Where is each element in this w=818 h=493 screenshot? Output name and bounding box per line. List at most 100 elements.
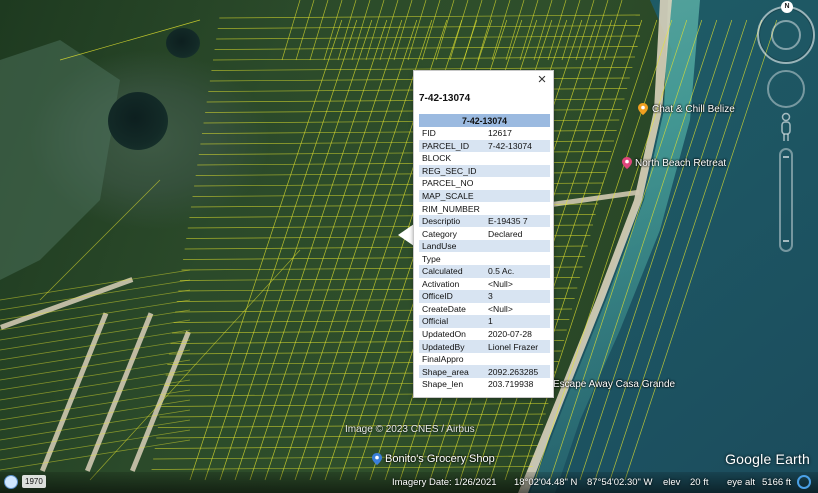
attribute-key: RIM_NUMBER	[422, 203, 480, 214]
attribute-row: Descriptio E-19435 7	[419, 214, 550, 228]
parcel-line	[189, 19, 343, 481]
compass-icon	[771, 20, 801, 50]
parcel-line	[0, 439, 191, 471]
parcel-line	[234, 19, 388, 481]
parcel-line	[212, 56, 636, 61]
parcel-line	[624, 19, 778, 481]
attribute-value: 2092.263285	[485, 365, 550, 378]
attribute-key: Official	[419, 315, 485, 328]
parcel-line	[491, 0, 511, 61]
zoom-slider[interactable]	[779, 148, 793, 252]
parcel-line	[0, 309, 191, 341]
attribute-row: Category Declared	[419, 227, 550, 240]
attribute-row: UpdatedOn 2020-07-28	[419, 328, 550, 341]
parcel-line	[323, 0, 343, 61]
attribute-key: Activation	[422, 278, 460, 289]
parcel-line	[505, 0, 525, 61]
attribute-row: Calculated 0.5 Ac.	[419, 265, 550, 278]
attribute-value: 2020-07-28	[488, 329, 532, 340]
attribute-value	[485, 239, 550, 253]
elevation-label: elev	[663, 477, 681, 488]
historical-year[interactable]: 1970	[22, 475, 46, 488]
place-label: Bonito's Grocery Shop	[385, 453, 495, 465]
parcel-line	[0, 349, 191, 381]
attribute-value	[485, 353, 550, 366]
attribute-key: UpdatedOn	[422, 329, 466, 340]
parcel-line	[351, 0, 371, 61]
attribute-key: FID	[422, 128, 436, 139]
parcel-line	[159, 413, 546, 418]
parcel-line	[0, 329, 191, 361]
attribute-value: Declared	[488, 228, 523, 239]
historical-imagery-icon[interactable]	[4, 475, 18, 489]
place-label: Chat & Chill Belize	[652, 103, 735, 115]
parcel-line	[0, 299, 191, 331]
zoom-in-icon[interactable]	[783, 156, 789, 158]
place-chat-chill[interactable]: Chat & Chill Belize	[638, 103, 735, 115]
attribute-value	[485, 177, 550, 190]
popup-pointer	[398, 224, 414, 246]
parcel-line	[407, 0, 427, 61]
parcel-line	[477, 0, 497, 61]
parcel-line	[0, 359, 191, 391]
parcel-line	[59, 19, 201, 61]
parcel-line	[533, 0, 553, 61]
parcel-line	[156, 434, 541, 439]
attribute-key: REG_SEC_ID	[419, 164, 485, 178]
attribute-row: CreateDate <Null>	[419, 303, 550, 316]
parcel-line	[0, 279, 191, 311]
parcel-line	[589, 0, 609, 61]
attribute-key: FinalAppro	[422, 354, 464, 365]
parcel-line	[89, 249, 301, 481]
attribute-row: BLOCK	[419, 152, 550, 165]
attribute-value: E-19435 7	[485, 214, 550, 228]
attribute-row: PARCEL_NO	[419, 177, 550, 190]
attribute-table: 7-42-13074 FID 12617 PARCEL_ID 7-42-13074 BL…	[419, 114, 550, 390]
parcel-line	[279, 19, 433, 481]
parcel-line	[463, 0, 483, 61]
place-escape-away[interactable]: Escape Away Casa Grande	[553, 379, 675, 390]
streaming-status-icon	[797, 475, 811, 489]
parcel-line	[0, 419, 191, 451]
map-pin-icon	[372, 453, 382, 465]
attribute-key: Shape_len	[422, 379, 464, 390]
attribute-value: 0.5 Ac.	[485, 265, 550, 278]
attribute-key: LandUse	[419, 239, 485, 253]
elevation-value: 20 ft	[690, 477, 709, 488]
attribute-value: 203.719938	[488, 379, 534, 390]
attribute-value: 7-42-13074	[485, 139, 550, 153]
attribute-row: FinalAppro	[419, 353, 550, 366]
parcel-line	[0, 339, 191, 371]
close-icon[interactable]: ×	[535, 72, 549, 87]
attribute-value	[485, 152, 550, 165]
parcel-line	[0, 319, 191, 351]
attribute-key: Type	[422, 253, 441, 264]
parcel-line	[281, 0, 301, 61]
parcel-line	[219, 14, 641, 19]
place-north-beach[interactable]: North Beach Retreat	[622, 157, 726, 169]
attribute-key: Category	[422, 228, 457, 239]
street-view-person-icon[interactable]	[778, 112, 794, 142]
attribute-value: <Null>	[488, 303, 513, 314]
attribute-row: UpdatedBy Lionel Frazer	[419, 340, 550, 353]
parcel-line	[0, 379, 191, 411]
place-label: North Beach Retreat	[635, 157, 727, 169]
attribute-value: 12617	[488, 128, 512, 139]
imagery-copyright: Image © 2023 CNES / Airbus	[345, 424, 475, 435]
place-bonitos[interactable]: Bonito's Grocery Shop	[372, 453, 495, 465]
attribute-value	[485, 202, 550, 215]
attribute-key: UpdatedBy	[419, 340, 485, 353]
attribute-row: Activation <Null>	[419, 278, 550, 291]
attribute-value	[485, 164, 550, 178]
look-around-control[interactable]	[767, 70, 805, 108]
zoom-out-icon[interactable]	[783, 240, 789, 242]
parcel-boundaries	[0, 0, 778, 481]
satellite-map[interactable]: Chat & Chill Belize North Beach Retreat …	[0, 0, 818, 493]
attribute-row: LandUse	[419, 239, 550, 253]
parcel-line	[393, 0, 413, 61]
parcel-line	[154, 445, 538, 449]
parcel-line	[0, 399, 191, 431]
map-pin-icon	[638, 103, 648, 115]
attribute-key: Descriptio	[419, 214, 485, 228]
compass-control[interactable]: N	[757, 1, 815, 64]
